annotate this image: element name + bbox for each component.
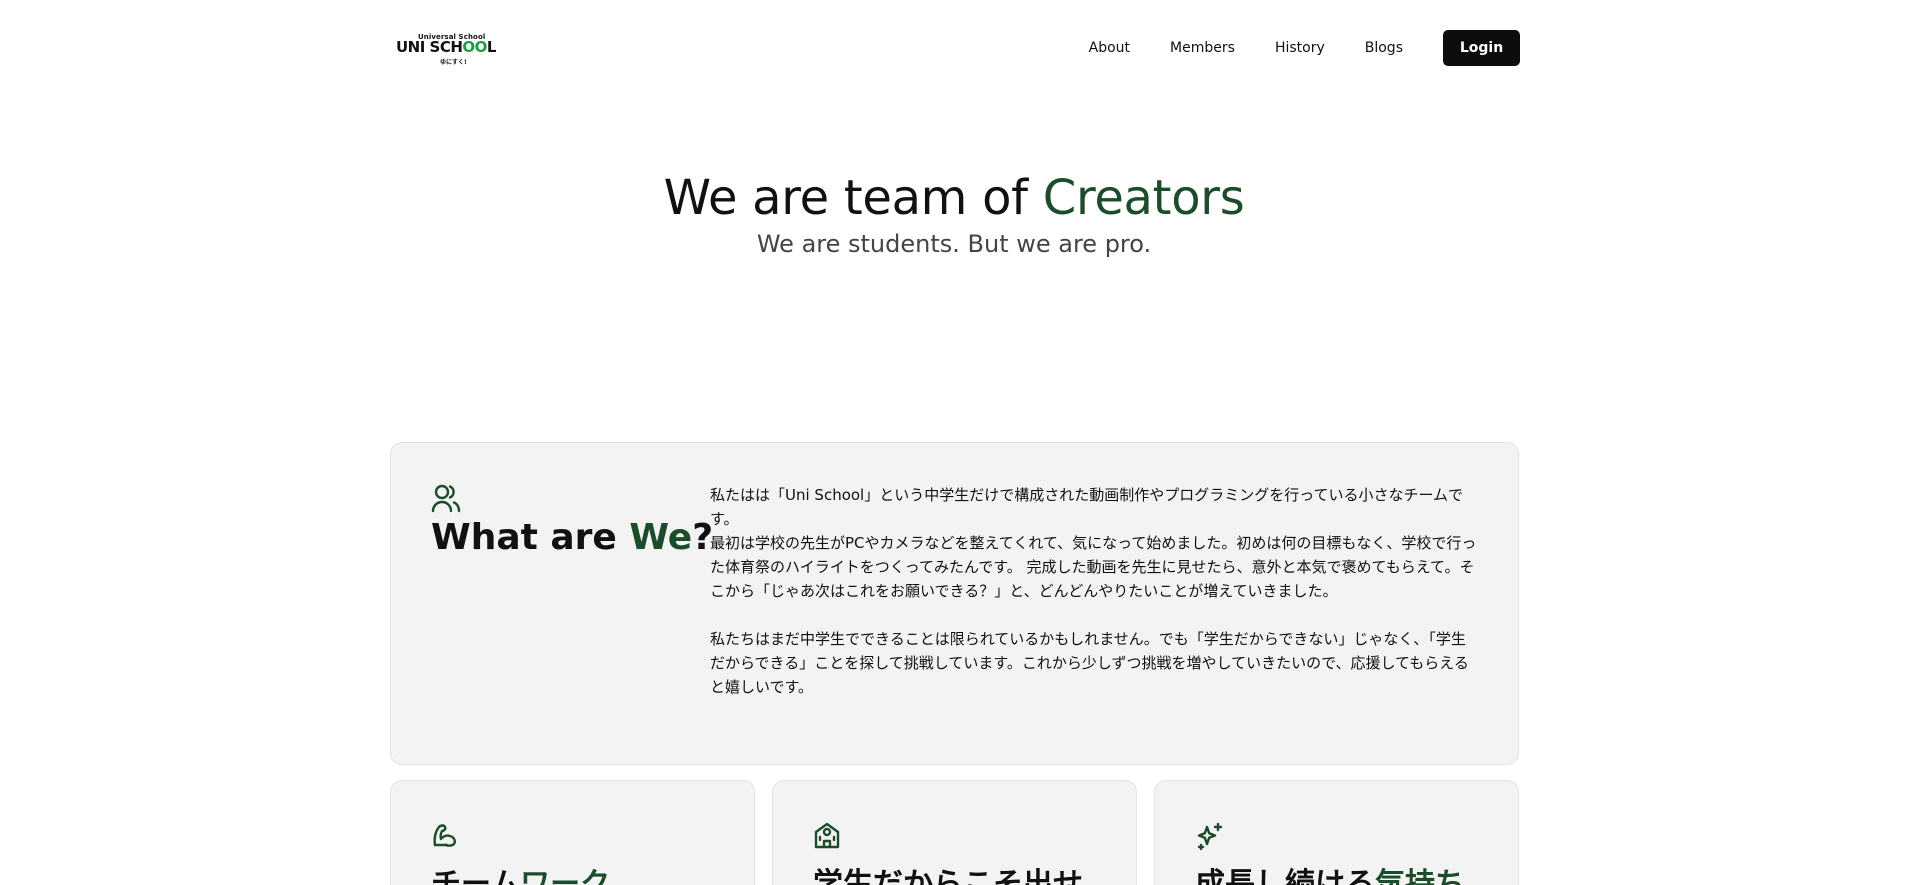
nav-blogs[interactable]: Blogs: [1365, 40, 1403, 56]
users-icon: [431, 483, 461, 517]
header: Universal School UNI SCHOOL ゆにすく! About …: [390, 30, 1520, 68]
login-button[interactable]: Login: [1443, 30, 1520, 66]
feature-card-teamwork: チームワーク: [390, 780, 755, 885]
about-paragraph-1: 私たはは「Uni School」という中学生だけで構成された動画制作やプログラミ…: [710, 486, 1464, 528]
about-paragraph-3: 私たちはまだ中学生でできることは限られているかもしれません。でも「学生だからでき…: [710, 630, 1469, 696]
sparkles-icon: [1195, 821, 1225, 855]
feature-card-growth: 成長し続ける気持ち: [1154, 780, 1519, 885]
hero-subtitle: We are students. But we are pro.: [756, 230, 1152, 258]
feature-title-growth: 成長し続ける気持ち: [1195, 867, 1465, 885]
about-body: 私たはは「Uni School」という中学生だけで構成された動画制作やプログラミ…: [710, 483, 1480, 699]
about-card: What are We? 私たはは「Uni School」という中学生だけで構成…: [390, 442, 1519, 765]
muscle-icon: [431, 821, 459, 853]
logo-main-text: UNI SCHOOL: [396, 38, 496, 56]
hero-title: We are team of Creators: [663, 170, 1245, 226]
nav-about[interactable]: About: [1089, 40, 1130, 56]
nav-members[interactable]: Members: [1170, 40, 1235, 56]
feature-title-students: 学生だからこそ出せ: [813, 867, 1083, 885]
site-logo[interactable]: Universal School UNI SCHOOL ゆにすく!: [396, 33, 508, 66]
school-icon: [813, 821, 841, 853]
feature-card-students: 学生だからこそ出せ: [772, 780, 1137, 885]
main-nav: About Members History Blogs Login: [1089, 30, 1520, 66]
feature-title-teamwork: チームワーク: [431, 867, 611, 885]
about-paragraph-2: 最初は学校の先生がPCやカメラなどを整えてくれて、気になって始めました。初めは何…: [710, 534, 1477, 600]
logo-sub-text: ゆにすく!: [440, 59, 467, 66]
nav-history[interactable]: History: [1275, 40, 1325, 56]
about-title: What are We?: [431, 517, 714, 558]
